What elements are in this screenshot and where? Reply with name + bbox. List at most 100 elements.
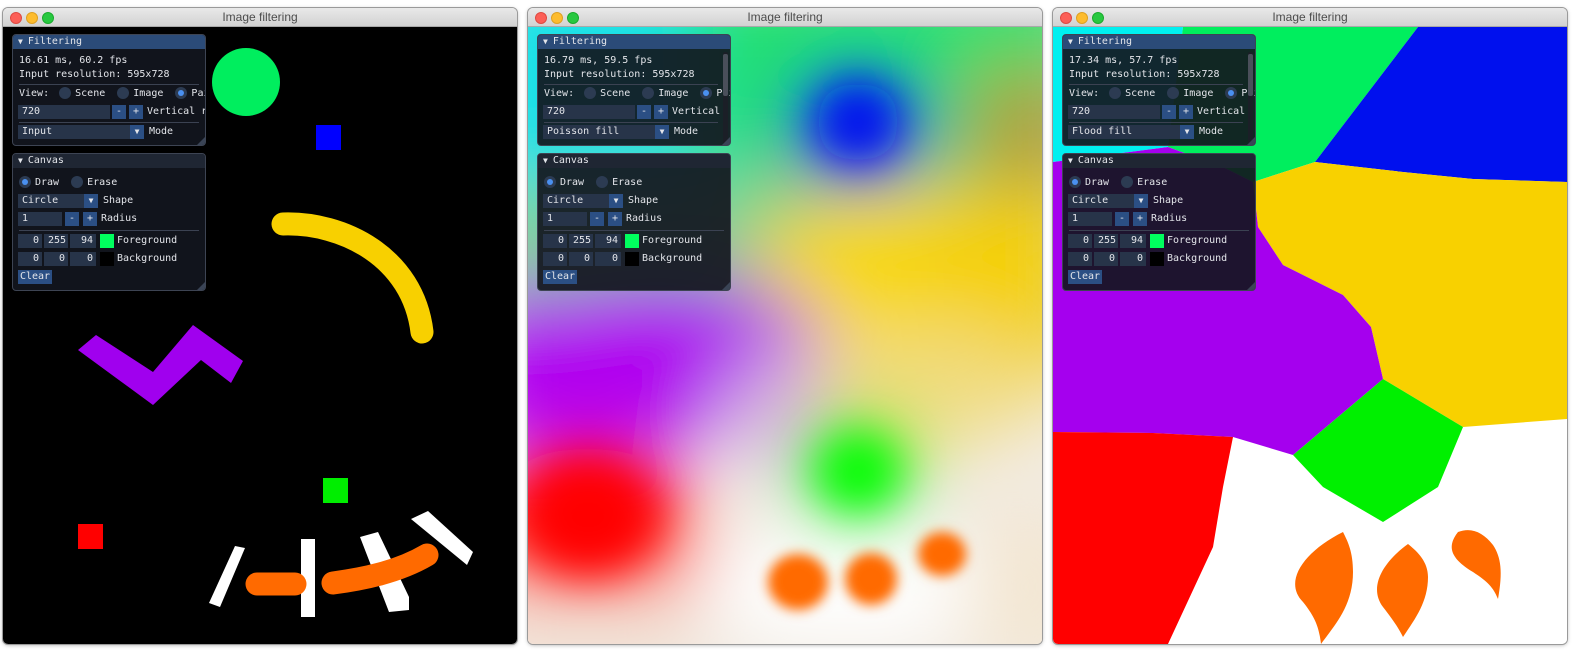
filtering-header[interactable]: ▼ Filtering bbox=[538, 35, 730, 49]
radius-input[interactable]: 1 bbox=[18, 212, 62, 226]
mode-value: Poisson fill bbox=[547, 126, 620, 137]
chevron-down-icon: ▼ bbox=[655, 125, 669, 139]
filtering-header[interactable]: ▼ Filtering bbox=[1063, 35, 1255, 49]
fg-r-input[interactable]: 0 bbox=[543, 234, 567, 248]
view-radio-scene[interactable] bbox=[59, 87, 72, 99]
decrement-button[interactable]: - bbox=[637, 105, 651, 119]
draw-radio[interactable] bbox=[544, 176, 556, 188]
increment-button[interactable]: + bbox=[654, 105, 668, 119]
erase-radio[interactable] bbox=[596, 176, 609, 188]
view-label: View: bbox=[544, 88, 575, 99]
erase-label: Erase bbox=[1137, 177, 1168, 188]
paint-canvas[interactable]: ▼ Filtering 16.61 ms, 60.2 fps Input reso… bbox=[3, 27, 517, 644]
radius-increment-button[interactable]: + bbox=[608, 212, 622, 226]
resize-grip-icon[interactable] bbox=[197, 137, 205, 145]
mode-select[interactable]: Poisson fill ▼ bbox=[543, 125, 669, 139]
yellow-arc-stroke bbox=[271, 212, 434, 344]
window-poisson-fill: Image filtering ▼ Filtering 16.79 ms, 59… bbox=[528, 8, 1042, 644]
fg-g-input[interactable]: 255 bbox=[569, 234, 593, 248]
bg-b-input[interactable]: 0 bbox=[1120, 252, 1146, 266]
draw-label: Draw bbox=[35, 177, 60, 188]
bg-r-input[interactable]: 0 bbox=[1068, 252, 1092, 266]
increment-button[interactable]: + bbox=[1179, 105, 1193, 119]
filtering-scrollbar[interactable] bbox=[723, 52, 728, 144]
view-radio-image[interactable] bbox=[117, 87, 130, 99]
fg-r-input[interactable]: 0 bbox=[1068, 234, 1092, 248]
draw-radio[interactable] bbox=[19, 176, 31, 188]
vertical-resolution-input[interactable]: 720 bbox=[18, 105, 110, 119]
resize-grip-icon[interactable] bbox=[1247, 282, 1255, 290]
view-radio-paint[interactable] bbox=[700, 87, 713, 99]
view-radio-scene[interactable] bbox=[1109, 87, 1122, 99]
resize-grip-icon[interactable] bbox=[722, 137, 730, 145]
shape-select[interactable]: Circle ▼ bbox=[18, 194, 98, 208]
chevron-down-icon: ▼ bbox=[84, 194, 98, 208]
foreground-swatch[interactable] bbox=[1150, 234, 1164, 248]
foreground-swatch[interactable] bbox=[625, 234, 639, 248]
scrollbar-thumb[interactable] bbox=[1248, 54, 1253, 96]
resize-grip-icon[interactable] bbox=[1247, 137, 1255, 145]
clear-button[interactable]: Clear bbox=[1068, 270, 1102, 284]
shape-label: Shape bbox=[628, 195, 659, 206]
paint-canvas[interactable]: ▼ Filtering 16.79 ms, 59.5 fps Input reso… bbox=[528, 27, 1042, 644]
bg-g-input[interactable]: 0 bbox=[569, 252, 593, 266]
view-radio-image[interactable] bbox=[1167, 87, 1180, 99]
radius-input[interactable]: 1 bbox=[543, 212, 587, 226]
bg-r-input[interactable]: 0 bbox=[543, 252, 567, 266]
clear-button[interactable]: Clear bbox=[543, 270, 577, 284]
bg-r-input[interactable]: 0 bbox=[18, 252, 42, 266]
view-radio-scene[interactable] bbox=[584, 87, 597, 99]
fg-b-input[interactable]: 94 bbox=[1120, 234, 1146, 248]
fg-r-input[interactable]: 0 bbox=[18, 234, 42, 248]
shape-select[interactable]: Circle ▼ bbox=[543, 194, 623, 208]
decrement-button[interactable]: - bbox=[1162, 105, 1176, 119]
radius-decrement-button[interactable]: - bbox=[590, 212, 604, 226]
decrement-button[interactable]: - bbox=[112, 105, 126, 119]
fg-b-input[interactable]: 94 bbox=[595, 234, 621, 248]
fg-g-input[interactable]: 255 bbox=[1094, 234, 1118, 248]
background-swatch[interactable] bbox=[625, 252, 639, 266]
bg-b-input[interactable]: 0 bbox=[595, 252, 621, 266]
increment-button[interactable]: + bbox=[129, 105, 143, 119]
filtering-header[interactable]: ▼ Filtering bbox=[13, 35, 205, 49]
radius-decrement-button[interactable]: - bbox=[1115, 212, 1129, 226]
background-swatch[interactable] bbox=[1150, 252, 1164, 266]
resize-grip-icon[interactable] bbox=[722, 282, 730, 290]
erase-label: Erase bbox=[87, 177, 118, 188]
canvas-header[interactable]: ▼ Canvas bbox=[1063, 154, 1255, 168]
bg-g-input[interactable]: 0 bbox=[1094, 252, 1118, 266]
view-radio-paint[interactable] bbox=[1225, 87, 1238, 99]
foreground-swatch[interactable] bbox=[100, 234, 114, 248]
canvas-header[interactable]: ▼ Canvas bbox=[13, 154, 205, 168]
view-option-image: Image bbox=[658, 88, 689, 99]
resize-grip-icon[interactable] bbox=[197, 282, 205, 290]
fg-g-input[interactable]: 255 bbox=[44, 234, 68, 248]
radius-increment-button[interactable]: + bbox=[1133, 212, 1147, 226]
erase-radio[interactable] bbox=[71, 176, 84, 188]
erase-radio[interactable] bbox=[1121, 176, 1134, 188]
vertical-resolution-input[interactable]: 720 bbox=[1068, 105, 1160, 119]
filtering-scrollbar[interactable] bbox=[1248, 52, 1253, 144]
radius-increment-button[interactable]: + bbox=[83, 212, 97, 226]
canvas-header[interactable]: ▼ Canvas bbox=[538, 154, 730, 168]
shape-select[interactable]: Circle ▼ bbox=[1068, 194, 1148, 208]
draw-radio[interactable] bbox=[1069, 176, 1081, 188]
mode-select[interactable]: Flood fill ▼ bbox=[1068, 125, 1194, 139]
canvas-panel: ▼ Canvas Draw Erase Circle ▼ Shape 1 - + R… bbox=[12, 153, 206, 291]
window-title: Image filtering bbox=[222, 10, 298, 24]
vertical-resolution-input[interactable]: 720 bbox=[543, 105, 635, 119]
radius-decrement-button[interactable]: - bbox=[65, 212, 79, 226]
radius-input[interactable]: 1 bbox=[1068, 212, 1112, 226]
scrollbar-thumb[interactable] bbox=[723, 54, 728, 96]
view-radio-paint[interactable] bbox=[175, 87, 188, 99]
paint-canvas[interactable]: ▼ Filtering 17.34 ms, 57.7 fps Input reso… bbox=[1053, 27, 1567, 644]
background-swatch[interactable] bbox=[100, 252, 114, 266]
bg-g-input[interactable]: 0 bbox=[44, 252, 68, 266]
mode-select[interactable]: Input ▼ bbox=[18, 125, 144, 139]
view-radio-image[interactable] bbox=[642, 87, 655, 99]
clear-button[interactable]: Clear bbox=[18, 270, 52, 284]
fg-b-input[interactable]: 94 bbox=[70, 234, 96, 248]
mode-label: Mode bbox=[149, 126, 174, 137]
view-option-scene: Scene bbox=[75, 88, 106, 99]
bg-b-input[interactable]: 0 bbox=[70, 252, 96, 266]
